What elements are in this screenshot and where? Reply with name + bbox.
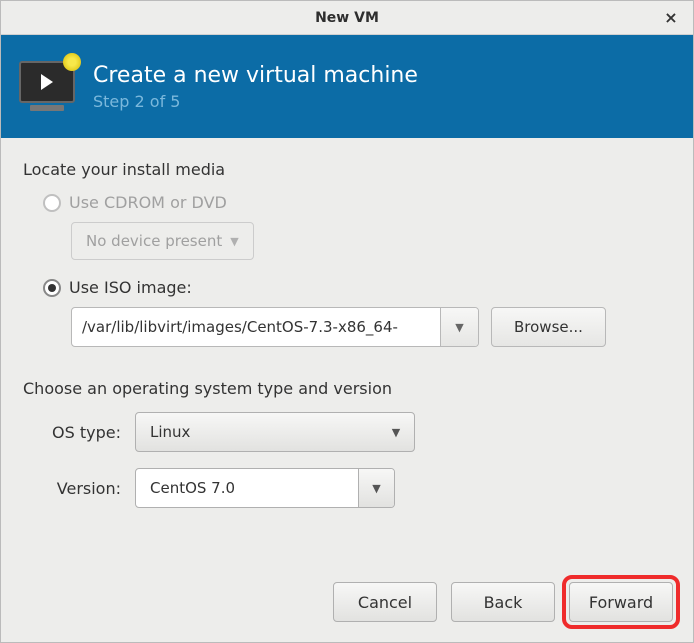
iso-path-input[interactable]: /var/lib/libvirt/images/CentOS-7.3-x86_6… [72,308,440,346]
wizard-content: Locate your install media Use CDROM or D… [1,138,693,566]
chevron-down-icon[interactable]: ▼ [358,469,394,507]
radio-cdrom: Use CDROM or DVD [43,193,671,212]
chevron-down-icon[interactable]: ▼ [378,426,414,439]
os-version-combo[interactable]: CentOS 7.0 ▼ [135,468,395,508]
cdrom-device-text: No device present [86,232,222,250]
cdrom-device-combo: No device present ▼ [71,222,254,260]
wizard-footer: Cancel Back Forward [1,566,693,642]
install-media-heading: Locate your install media [23,160,671,179]
radio-icon [43,194,61,212]
wizard-header: Create a new virtual machine Step 2 of 5 [1,35,693,138]
os-section: Choose an operating system type and vers… [23,379,671,508]
vm-monitor-icon [19,61,75,113]
close-icon[interactable]: × [661,8,681,28]
os-version-value: CentOS 7.0 [136,479,358,497]
forward-highlight: Forward [562,575,680,629]
radio-iso-label: Use ISO image: [69,278,192,297]
back-button[interactable]: Back [451,582,555,622]
cancel-button[interactable]: Cancel [333,582,437,622]
os-type-label: OS type: [27,423,135,442]
radio-iso[interactable]: Use ISO image: [43,278,671,297]
radio-icon [43,279,61,297]
chevron-down-icon[interactable]: ▼ [440,308,478,346]
radio-cdrom-label: Use CDROM or DVD [69,193,227,212]
os-version-label: Version: [27,479,135,498]
new-vm-window: New VM × Create a new virtual machine St… [0,0,694,643]
os-grid: OS type: Linux ▼ Version: CentOS 7.0 ▼ [27,412,671,508]
wizard-step: Step 2 of 5 [93,92,418,111]
chevron-down-icon: ▼ [230,235,238,248]
iso-path-combo[interactable]: /var/lib/libvirt/images/CentOS-7.3-x86_6… [71,307,479,347]
os-heading: Choose an operating system type and vers… [23,379,671,398]
window-title: New VM [315,10,379,26]
os-type-value: Linux [136,423,378,441]
browse-button[interactable]: Browse... [491,307,606,347]
install-media-group: Use CDROM or DVD No device present ▼ Use… [43,193,671,347]
forward-button[interactable]: Forward [569,582,673,622]
wizard-header-text: Create a new virtual machine Step 2 of 5 [93,63,418,111]
wizard-title: Create a new virtual machine [93,63,418,88]
titlebar: New VM × [1,1,693,35]
os-type-combo[interactable]: Linux ▼ [135,412,415,452]
iso-row: /var/lib/libvirt/images/CentOS-7.3-x86_6… [71,307,671,347]
